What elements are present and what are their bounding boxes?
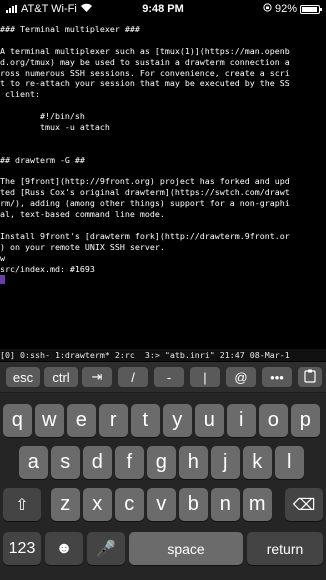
key-h[interactable]: h — [179, 446, 208, 479]
key-u[interactable]: u — [195, 404, 224, 437]
keyboard: esc ctrl ⇥ / - | @ ••• qwertyuiop asdfghj… — [0, 362, 326, 580]
shift-key[interactable]: ⇧ — [3, 488, 41, 521]
terminal-line: ted [Russ Cox's original drawterm](https… — [0, 187, 290, 198]
tmux-status-bar: [0] 0:ssh- 1:drawterm* 2:rc 3:> "atb.inr… — [0, 349, 326, 361]
key-t[interactable]: t — [131, 404, 160, 437]
key-c[interactable]: c — [115, 488, 144, 521]
terminal-line: #!/bin/sh — [0, 111, 85, 122]
key-f[interactable]: f — [115, 446, 144, 479]
terminal-line: ## drawterm -G ## — [0, 154, 85, 165]
more-key[interactable]: ••• — [262, 367, 292, 387]
slash-key[interactable]: / — [118, 367, 148, 387]
key-m[interactable]: m — [243, 488, 272, 521]
terminal-line: The [9front](http://9front.org) project … — [0, 176, 290, 187]
clipboard-icon — [304, 369, 316, 386]
terminal-line: tmux -u attach — [0, 122, 110, 133]
terminal-line: ) on your remote UNIX SSH server. — [0, 241, 165, 252]
terminal-line: ross numerous SSH sessions. For convenie… — [0, 67, 290, 78]
ctrl-key[interactable]: ctrl — [44, 367, 78, 387]
key-q[interactable]: q — [3, 404, 32, 437]
at-key[interactable]: @ — [226, 367, 256, 387]
dash-key[interactable]: - — [154, 367, 184, 387]
terminal-line: d.org/tmux) may be used to sustain a dra… — [0, 56, 290, 67]
key-k[interactable]: k — [243, 446, 272, 479]
key-p[interactable]: p — [291, 404, 320, 437]
terminal-cursor — [0, 275, 5, 285]
terminal-line: A terminal multiplexer such as [tmux(1)]… — [0, 45, 290, 56]
numbers-key[interactable]: 123 — [3, 532, 41, 565]
paste-button[interactable] — [298, 367, 322, 387]
terminal-line: w — [0, 252, 5, 263]
pipe-key[interactable]: | — [190, 367, 220, 387]
terminal-output[interactable]: ### Terminal multiplexer ### A terminal m… — [0, 24, 326, 348]
esc-key[interactable]: esc — [6, 367, 40, 387]
terminal-cursor-line — [0, 274, 326, 285]
status-right: 92% — [263, 3, 322, 15]
status-bar: AT&T Wi-Fi 9:48 PM 92% — [0, 0, 326, 20]
key-a[interactable]: a — [19, 446, 48, 479]
key-w[interactable]: w — [35, 404, 64, 437]
key-d[interactable]: d — [83, 446, 112, 479]
key-n[interactable]: n — [211, 488, 240, 521]
tab-key[interactable]: ⇥ — [82, 367, 112, 387]
key-r[interactable]: r — [99, 404, 128, 437]
key-g[interactable]: g — [147, 446, 176, 479]
key-z[interactable]: z — [51, 488, 80, 521]
terminal-line: al, text-based command line mode. — [0, 209, 165, 220]
key-v[interactable]: v — [147, 488, 176, 521]
key-l[interactable]: l — [275, 446, 304, 479]
space-key[interactable]: space — [129, 532, 243, 565]
terminal-line: ### Terminal multiplexer ### — [0, 24, 140, 34]
accessory-bar: esc ctrl ⇥ / - | @ ••• — [0, 362, 326, 393]
key-o[interactable]: o — [259, 404, 288, 437]
battery-percent: 92% — [274, 3, 297, 15]
battery-icon — [300, 4, 322, 14]
terminal-line: src/index.md: #1693 — [0, 263, 95, 274]
key-b[interactable]: b — [179, 488, 208, 521]
key-e[interactable]: e — [67, 404, 96, 437]
key-x[interactable]: x — [83, 488, 112, 521]
terminal-line: t to re-attach your session that may be … — [0, 78, 290, 89]
terminal-line: Install 9front's [drawterm fork](http://… — [0, 230, 290, 241]
key-j[interactable]: j — [211, 446, 240, 479]
return-key[interactable]: return — [247, 532, 323, 565]
terminal-line: rm/), adding (among other things) suppor… — [0, 198, 290, 209]
emoji-key[interactable]: ☻ — [45, 532, 83, 565]
key-s[interactable]: s — [51, 446, 80, 479]
delete-key[interactable]: ⌫ — [285, 488, 323, 521]
battery-fill — [302, 6, 317, 12]
orientation-lock-icon — [263, 3, 272, 15]
key-y[interactable]: y — [163, 404, 192, 437]
dictation-key[interactable]: 🎤 — [87, 532, 125, 565]
terminal-line: client: — [0, 89, 40, 100]
key-i[interactable]: i — [227, 404, 256, 437]
